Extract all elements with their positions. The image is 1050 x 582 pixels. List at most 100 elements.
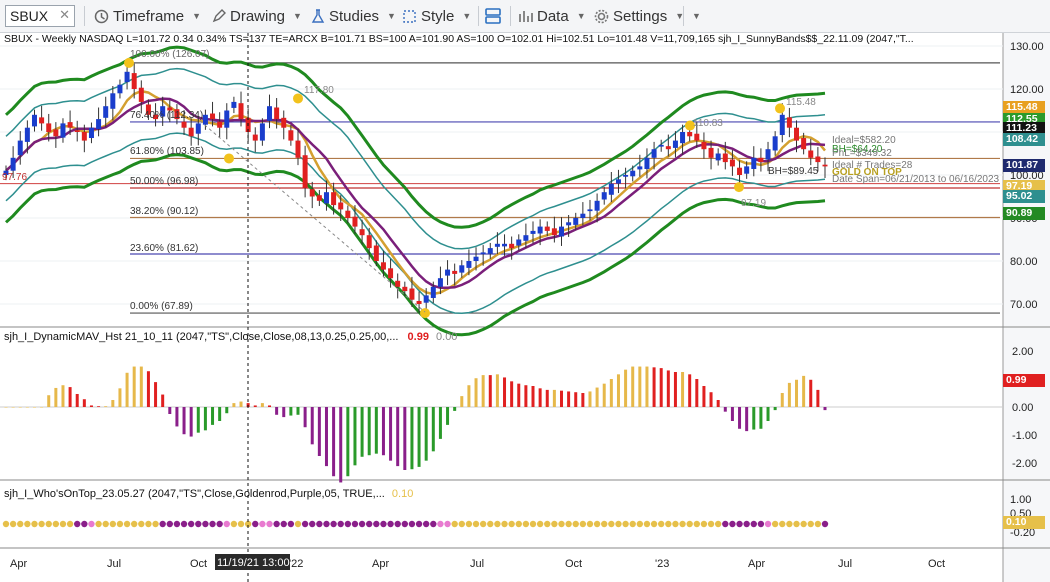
histogram-bar [75, 393, 79, 407]
on-top-dot [529, 520, 537, 528]
histogram-bar [381, 407, 385, 456]
pane3-value: 0.10 [391, 488, 414, 500]
fib-label: 50.00% (96.98) [130, 176, 198, 187]
histogram-bar [296, 407, 300, 415]
on-top-dot [565, 520, 572, 528]
on-top-dot [330, 520, 337, 528]
histogram-bar [154, 382, 158, 407]
candle-body [701, 141, 707, 150]
on-top-dot [422, 520, 430, 528]
candle-body [366, 235, 372, 249]
candle-body [587, 209, 593, 212]
price-tick-label: 80.00 [1010, 256, 1038, 268]
histogram-bar [89, 405, 93, 407]
histogram-bar [282, 407, 286, 418]
histogram-bar [146, 371, 150, 407]
candle-body [722, 153, 728, 163]
on-top-dot [636, 520, 644, 528]
settings-menu[interactable]: Settings ▼ [594, 6, 684, 26]
style-label: Style [421, 7, 455, 25]
studies-menu[interactable]: Studies ▼ [311, 6, 396, 26]
histogram-bar [111, 400, 115, 407]
candle-body [302, 155, 308, 188]
histogram-bar [47, 395, 51, 407]
histogram-bar [196, 407, 200, 433]
histogram-bar [652, 367, 656, 407]
histogram-bar [802, 375, 806, 407]
histogram-bar [367, 407, 371, 456]
on-top-dot [522, 520, 530, 528]
more-menu[interactable]: ▼ [688, 6, 701, 26]
layout-button[interactable] [484, 6, 502, 26]
on-top-dot [615, 520, 622, 528]
on-top-dot [358, 520, 366, 528]
on-top-dot [643, 520, 651, 528]
candle-body [672, 140, 678, 148]
histogram-bar [125, 372, 129, 407]
timeframe-menu[interactable]: Timeframe ▼ [94, 6, 201, 26]
histogram-bar [752, 407, 756, 430]
histogram-bar [624, 369, 628, 407]
on-top-dot [658, 520, 665, 528]
candle-body [801, 138, 807, 150]
histogram-bar [688, 374, 692, 407]
on-top-dot [458, 520, 465, 528]
candle-body [281, 117, 287, 128]
on-top-dot [629, 520, 636, 528]
drawing-menu[interactable]: Drawing ▼ [212, 6, 302, 26]
swing-marker [734, 182, 744, 193]
candle-body [601, 192, 607, 200]
candle-body [822, 164, 828, 167]
on-top-dot [366, 520, 373, 528]
on-top-dot [123, 520, 131, 528]
chevron-down-icon: ▼ [293, 11, 302, 21]
time-tick-label: Jul [838, 558, 852, 570]
time-tick-label: Oct [565, 558, 582, 570]
histogram-bar [175, 407, 179, 427]
candle-body [67, 122, 73, 128]
chart-area[interactable]: 100.00% (126.07) 76.40% (112.34) 61.80% … [0, 33, 1050, 582]
cursor-date: 11/19/21 13:00 [217, 557, 290, 569]
chevron-down-icon: ▼ [692, 11, 701, 21]
toolbar: SBUX ✕ Timeframe ▼ Drawing ▼ Studies ▼ Styl… [0, 0, 1050, 33]
histogram-bar [787, 382, 791, 407]
candle-body [658, 144, 664, 147]
on-top-dot [415, 520, 423, 528]
pane2-tick-label: -2.00 [1012, 458, 1037, 470]
price-tick-label: 70.00 [1010, 299, 1038, 311]
on-top-dot [508, 520, 515, 528]
on-top-dot [743, 520, 750, 528]
symbol-input[interactable]: SBUX ✕ [5, 5, 75, 27]
candle-body [530, 230, 536, 234]
clear-icon[interactable]: ✕ [59, 7, 70, 23]
candle-body [630, 170, 636, 177]
candle-body [751, 157, 757, 169]
candle-body [551, 228, 557, 236]
swing-marker [775, 103, 785, 114]
fib-label: 100.00% (126.07) [130, 49, 210, 60]
on-top-dot [700, 520, 708, 528]
on-top-dot [280, 520, 287, 528]
on-top-dot [408, 520, 416, 528]
histogram-bar [68, 387, 72, 407]
swing-marker [293, 93, 303, 104]
histogram-bar [11, 407, 15, 408]
candle-body [53, 129, 59, 137]
style-menu[interactable]: Style ▼ [402, 6, 471, 26]
on-top-dot [764, 520, 772, 528]
candle-body [110, 93, 116, 109]
data-menu[interactable]: Data ▼ [518, 6, 586, 26]
swing-label: 115.48 [786, 97, 816, 108]
histogram-bar [524, 385, 528, 407]
on-top-dot [714, 520, 722, 528]
candle-body [103, 106, 109, 118]
on-top-dot [501, 520, 508, 528]
candle-body [794, 127, 800, 141]
candle-body [352, 216, 358, 227]
on-top-dot [88, 520, 95, 528]
on-top-dot [558, 520, 565, 528]
histogram-bar [310, 407, 314, 445]
histogram-bar [474, 378, 478, 407]
histogram-bar [773, 407, 777, 411]
candle-body [309, 189, 315, 197]
